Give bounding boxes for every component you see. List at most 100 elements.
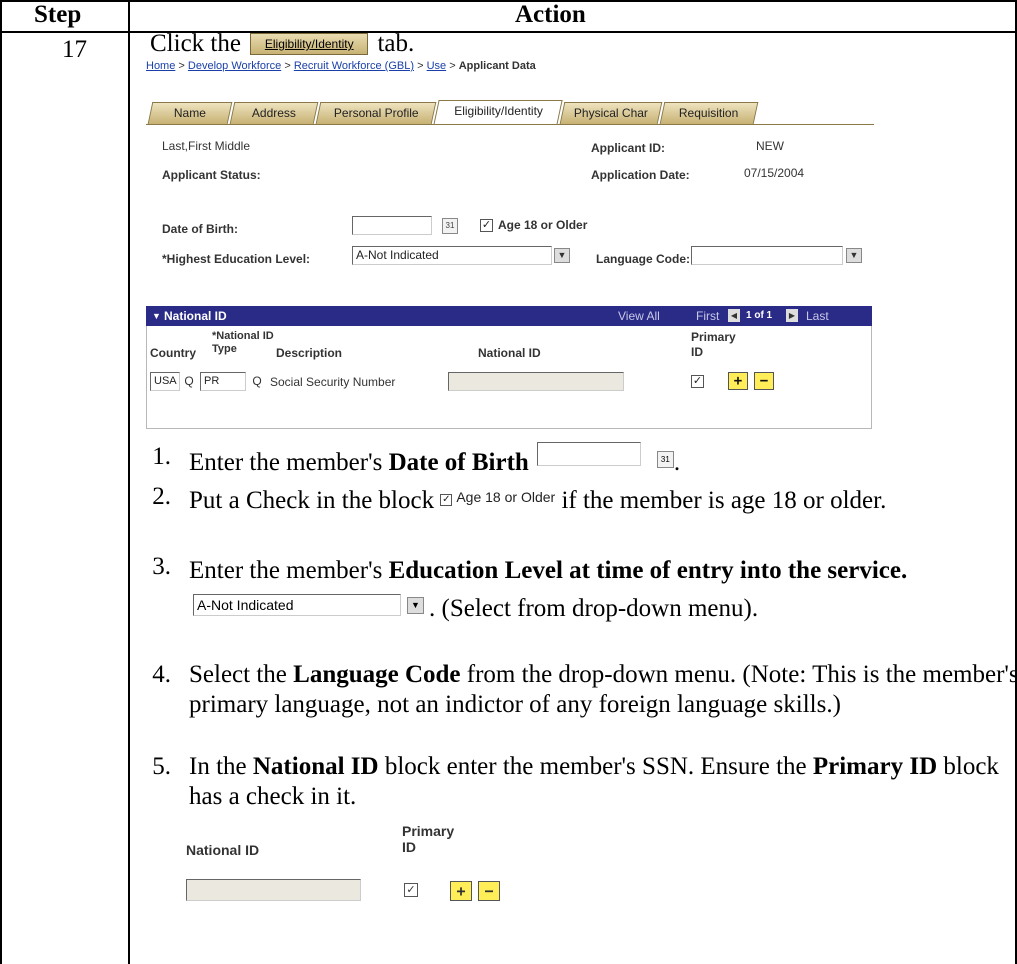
- education-dropdown-icon[interactable]: ▼: [554, 248, 570, 263]
- dob-input-image: [536, 442, 641, 466]
- type-search-icon[interactable]: Q: [250, 373, 264, 389]
- table-column-divider: [128, 0, 130, 964]
- tab-personal-profile-label: Personal Profile: [333, 106, 419, 120]
- first-link[interactable]: First: [696, 306, 719, 326]
- language-dropdown-icon[interactable]: ▼: [846, 248, 862, 263]
- education-dropdown-image: A-Not Indicated ▼: [193, 594, 424, 616]
- view-all-link[interactable]: View All: [618, 306, 660, 326]
- breadcrumb-use[interactable]: Use: [427, 60, 447, 72]
- text-span: Put a Check in the block: [189, 487, 435, 514]
- national-id-label: National ID: [186, 842, 260, 858]
- breadcrumb: Home > Develop Workforce > Recruit Workf…: [146, 60, 536, 72]
- check-icon: ✓: [440, 494, 453, 506]
- tab-requisition-label: Requisition: [679, 106, 739, 120]
- breadcrumb-current: Applicant Data: [458, 60, 536, 72]
- primary-id-label: Primary ID: [402, 823, 455, 855]
- application-date-value: 07/15/2004: [744, 166, 805, 180]
- tab-physical-char-label: Physical Char: [573, 106, 648, 120]
- national-id-crop: National ID Primary ID ✓ + −: [186, 815, 500, 960]
- breadcrumb-home[interactable]: Home: [146, 60, 175, 72]
- bold-span: National ID: [252, 753, 379, 780]
- bold-span: Education Level at time of entry into th…: [388, 557, 908, 584]
- education-select[interactable]: A-Not Indicated: [352, 246, 552, 265]
- applicant-status-label: Applicant Status:: [162, 168, 261, 182]
- description-value: Social Security Number: [270, 375, 396, 389]
- list-number: 3.: [152, 553, 171, 580]
- chevron-down-icon: ▼: [407, 597, 424, 614]
- col-national-id-type: *National ID Type: [212, 330, 274, 355]
- country-input[interactable]: USA: [150, 372, 180, 391]
- bold-span: Primary ID: [812, 753, 938, 780]
- next-arrow-icon[interactable]: ▶: [786, 309, 798, 322]
- national-id-grid-header: ▼ National ID View All First ◀ 1 of 1 ▶ …: [146, 306, 872, 326]
- eligibility-tab-image: Eligibility/Identity: [250, 33, 369, 55]
- check-icon: ✓: [404, 883, 418, 897]
- text-span: block enter the member's SSN. Ensure the: [384, 753, 807, 780]
- bold-span: Language Code: [293, 661, 461, 688]
- add-row-button[interactable]: +: [728, 372, 748, 390]
- tab-eligibility-identity[interactable]: Eligibility/Identity: [433, 100, 563, 125]
- language-select[interactable]: [691, 246, 843, 265]
- age18-checkbox[interactable]: ✓: [480, 219, 493, 232]
- tab-address-label: Address: [251, 106, 296, 120]
- breadcrumb-sep: >: [449, 60, 456, 72]
- tab-physical-char[interactable]: Physical Char: [559, 102, 663, 124]
- tab-name[interactable]: Name: [147, 102, 233, 124]
- education-label: *Highest Education Level:: [162, 252, 311, 266]
- age18-checkbox-image: ✓ Age 18 or Older: [440, 482, 555, 512]
- national-id-input: [186, 879, 361, 901]
- list-text: Enter the member's Date of Birth 31.: [189, 442, 1017, 478]
- col-description: Description: [276, 346, 343, 360]
- page-tabs: Name Address Personal Profile Eligibilit…: [146, 98, 874, 125]
- page-info: 1 of 1: [746, 310, 773, 321]
- table-border-top: [0, 0, 1017, 2]
- dob-label: Date of Birth:: [162, 222, 238, 236]
- application-date-label: Application Date:: [591, 168, 690, 182]
- instruction-table: Step Action 17 Click the Eligibility/Ide…: [0, 0, 1017, 964]
- breadcrumb-sep: >: [284, 60, 291, 72]
- dropdown-value: A-Not Indicated: [197, 597, 294, 613]
- step-number: 17: [62, 36, 87, 63]
- calendar-icon[interactable]: 31: [442, 218, 458, 234]
- intro-prefix: Click the: [150, 30, 241, 57]
- national-id-input[interactable]: [448, 372, 624, 391]
- list-number: 2.: [152, 483, 171, 510]
- breadcrumb-sep: >: [417, 60, 424, 72]
- type-input[interactable]: PR: [200, 372, 246, 391]
- text-span: Select the: [189, 661, 287, 688]
- text-span: if the member is age 18 or older.: [561, 487, 887, 514]
- plus-icon: +: [450, 881, 472, 901]
- list-text: Select the Language Code from the drop-d…: [189, 660, 1017, 720]
- country-search-icon[interactable]: Q: [182, 373, 196, 389]
- text-span: . (Select from drop-down menu).: [429, 595, 759, 622]
- applicant-id-label: Applicant ID:: [591, 141, 665, 155]
- delete-row-button[interactable]: −: [754, 372, 774, 390]
- primary-id-checkbox[interactable]: ✓: [691, 375, 704, 388]
- breadcrumb-recruit-workforce[interactable]: Recruit Workforce (GBL): [294, 60, 414, 72]
- text-span: In the: [189, 753, 247, 780]
- minus-icon: −: [478, 881, 500, 901]
- col-primary-id: Primary ID: [691, 330, 736, 359]
- tab-personal-profile[interactable]: Personal Profile: [315, 102, 437, 124]
- tab-eligibility-identity-label: Eligibility/Identity: [453, 104, 543, 118]
- text-span: Enter the member's: [189, 449, 383, 476]
- list-text: Put a Check in the block ✓ Age 18 or Olde…: [189, 482, 1017, 516]
- applicant-data-screenshot: Home > Develop Workforce > Recruit Workf…: [146, 58, 876, 429]
- col-national-id: National ID: [478, 346, 541, 360]
- last-link[interactable]: Last: [806, 306, 829, 326]
- list-text: In the National ID block enter the membe…: [189, 752, 1017, 812]
- col-country: Country: [150, 346, 196, 360]
- prev-arrow-icon[interactable]: ◀: [728, 309, 740, 322]
- tab-address[interactable]: Address: [229, 102, 319, 124]
- checkbox-label: Age 18 or Older: [456, 489, 556, 505]
- list-text: Enter the member's Education Level at ti…: [189, 552, 1017, 628]
- header-action: Action: [515, 1, 586, 28]
- language-label: Language Code:: [596, 252, 691, 266]
- dob-input[interactable]: [352, 216, 432, 235]
- list-number: 4.: [152, 661, 171, 688]
- text-span: Enter the member's: [189, 557, 383, 584]
- calendar-icon: 31: [656, 451, 674, 468]
- collapse-icon[interactable]: ▼: [152, 306, 161, 326]
- tab-requisition[interactable]: Requisition: [659, 102, 759, 124]
- breadcrumb-develop-workforce[interactable]: Develop Workforce: [188, 60, 281, 72]
